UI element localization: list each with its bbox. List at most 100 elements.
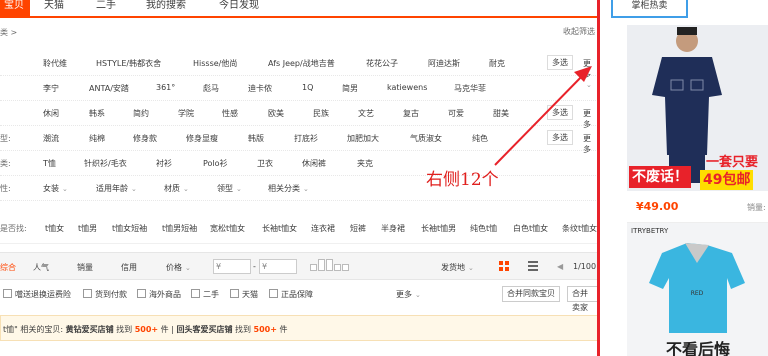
related-link[interactable]: t恤男 (78, 223, 97, 234)
brand-option[interactable]: HSTYLE/韩都衣舍 (96, 58, 161, 69)
list-view-icon[interactable] (528, 261, 538, 271)
style-option[interactable]: 学院 (178, 108, 194, 119)
brand-option[interactable]: 阿迪达斯 (428, 58, 460, 69)
related-link[interactable]: 长袖t恤男 (421, 223, 456, 234)
related-link[interactable]: 纯色t恤 (470, 223, 497, 234)
chevron-down-icon: ⌄ (468, 264, 474, 272)
related-link[interactable]: 短裤 (350, 223, 366, 234)
filter-checkbox[interactable]: 天猫 (230, 289, 258, 300)
dropdown-related[interactable]: 相关分类 ⌄ (268, 183, 309, 194)
style-option[interactable]: 性感 (222, 108, 238, 119)
fit-option[interactable]: 打底衫 (294, 133, 318, 144)
product-sales: 销量: (747, 203, 766, 212)
style-option[interactable]: 简约 (133, 108, 149, 119)
category-option[interactable]: 针织衫/毛衣 (84, 158, 127, 169)
brand-option[interactable]: ANTA/安踏 (89, 83, 129, 94)
sort-credit[interactable]: 信用 (121, 262, 137, 273)
dropdown-gender[interactable]: 女装 ⌄ (43, 183, 68, 194)
related-link[interactable]: t恤女短袖 (112, 223, 147, 234)
related-link[interactable]: 宽松t恤女 (210, 223, 245, 234)
price-max-input[interactable]: ¥ (259, 259, 297, 274)
multi-select-button[interactable]: 多选 (547, 105, 573, 120)
filter-checkbox[interactable]: 噹送退换运费险 (3, 289, 71, 300)
category-option[interactable]: 夹克 (357, 158, 373, 169)
brand-option[interactable]: 马克华菲 (454, 83, 486, 94)
promo-text: 不看后悔 (666, 340, 731, 356)
brand-option[interactable]: 彪马 (203, 83, 219, 94)
tab-tmall[interactable]: 天猫 (44, 0, 64, 16)
related-link[interactable]: 半身裙 (381, 223, 405, 234)
breadcrumb[interactable]: 类 > (0, 27, 17, 38)
brand-option[interactable]: 迪卡侬 (248, 83, 272, 94)
fit-option[interactable]: 修身款 (133, 133, 157, 144)
category-option[interactable]: 衬衫 (156, 158, 172, 169)
tab-secondhand[interactable]: 二手 (96, 0, 116, 16)
filter-more-button[interactable]: 更多 ⌄ (396, 289, 421, 300)
sort-popularity[interactable]: 人气 (33, 262, 49, 273)
related-link[interactable]: t恤男短袖 (162, 223, 197, 234)
related-link[interactable]: 长袖t恤女 (262, 223, 297, 234)
brand-option[interactable]: 聆代维 (43, 58, 67, 69)
brand-option[interactable]: 耐克 (489, 58, 505, 69)
style-option[interactable]: 复古 (403, 108, 419, 119)
sort-price[interactable]: 价格 ⌄ (166, 262, 191, 273)
dropdown-collar[interactable]: 领型 ⌄ (217, 183, 242, 194)
ship-from-dropdown[interactable]: 发货地 ⌄ (441, 262, 474, 273)
category-option[interactable]: T恤 (43, 158, 56, 169)
filter-checkbox[interactable]: 货到付款 (83, 289, 127, 300)
brand-option[interactable]: Hissse/他尚 (193, 58, 237, 69)
category-option[interactable]: Polo衫 (203, 158, 228, 169)
style-option[interactable]: 民族 (313, 108, 329, 119)
collapse-filter-button[interactable]: 收起筛选 (563, 26, 595, 37)
prev-page-icon[interactable]: ◀ (557, 262, 563, 271)
brand-option[interactable]: 简男 (342, 83, 358, 94)
tab-my-search[interactable]: 我的搜索 (146, 0, 186, 16)
sort-sales[interactable]: 销量 (77, 262, 93, 273)
fit-option[interactable]: 气质淑女 (410, 133, 442, 144)
shop-link-1[interactable]: 黄钻爱买店铺 (66, 325, 114, 334)
filter-checkbox[interactable]: 正品保障 (269, 289, 313, 300)
related-link[interactable]: t恤女 (45, 223, 64, 234)
brand-option[interactable]: 李宁 (43, 83, 59, 94)
brand-option[interactable]: 花花公子 (366, 58, 398, 69)
shop-link-2[interactable]: 回头客爱买店铺 (176, 325, 232, 334)
fit-option[interactable]: 韩版 (248, 133, 264, 144)
style-option[interactable]: 休闲 (43, 108, 59, 119)
brand-option[interactable]: 361° (156, 83, 175, 92)
fit-option[interactable]: 纯棉 (89, 133, 105, 144)
sort-default[interactable]: 综合 (0, 262, 16, 273)
brand-option[interactable]: 1Q (302, 83, 313, 92)
style-option[interactable]: 文艺 (358, 108, 374, 119)
price-min-input[interactable]: ¥ (213, 259, 251, 274)
fit-option[interactable]: 潮流 (43, 133, 59, 144)
price-dash: - (253, 262, 256, 271)
style-option[interactable]: 欧美 (268, 108, 284, 119)
style-option[interactable]: 韩系 (89, 108, 105, 119)
merge-seller-button[interactable]: 合并卖家 (567, 286, 598, 312)
tab-today[interactable]: 今日发现 (219, 0, 259, 16)
style-option[interactable]: 甜美 (493, 108, 509, 119)
row-label: 性: (0, 184, 11, 193)
related-link[interactable]: 白色t恤女 (513, 223, 548, 234)
filter-checkbox[interactable]: 二手 (191, 289, 219, 300)
dropdown-material[interactable]: 材质 ⌄ (164, 183, 189, 194)
dropdown-age[interactable]: 适用年龄 ⌄ (96, 183, 137, 194)
filter-checkbox[interactable]: 海外商品 (137, 289, 181, 300)
style-option[interactable]: 可爱 (448, 108, 464, 119)
category-option[interactable]: 休闲裤 (302, 158, 326, 169)
brand-option[interactable]: Afs Jeep/战地吉普 (268, 58, 335, 69)
fit-option[interactable]: 修身显瘦 (186, 133, 218, 144)
tab-baobei[interactable]: 宝贝 (0, 0, 30, 16)
grid-view-icon[interactable] (499, 261, 509, 271)
related-link[interactable]: 条纹t恤女 (562, 223, 597, 234)
merge-same-button[interactable]: 合并同款宝贝 (502, 286, 560, 302)
fit-option[interactable]: 加肥加大 (347, 133, 379, 144)
fit-option[interactable]: 纯色 (472, 133, 488, 144)
brand-option[interactable]: katiewens (387, 83, 427, 92)
product-brand: ITRYBETRY (631, 227, 669, 235)
multi-select-button[interactable]: 多选 (547, 55, 573, 70)
category-option[interactable]: 卫衣 (257, 158, 273, 169)
multi-select-button[interactable]: 多选 (547, 130, 573, 145)
fit-row: 型: 潮流 纯棉 修身款 修身显瘦 韩版 打底衫 加肥加大 气质淑女 纯色 多选… (0, 126, 598, 154)
related-link[interactable]: 连衣裙 (311, 223, 335, 234)
